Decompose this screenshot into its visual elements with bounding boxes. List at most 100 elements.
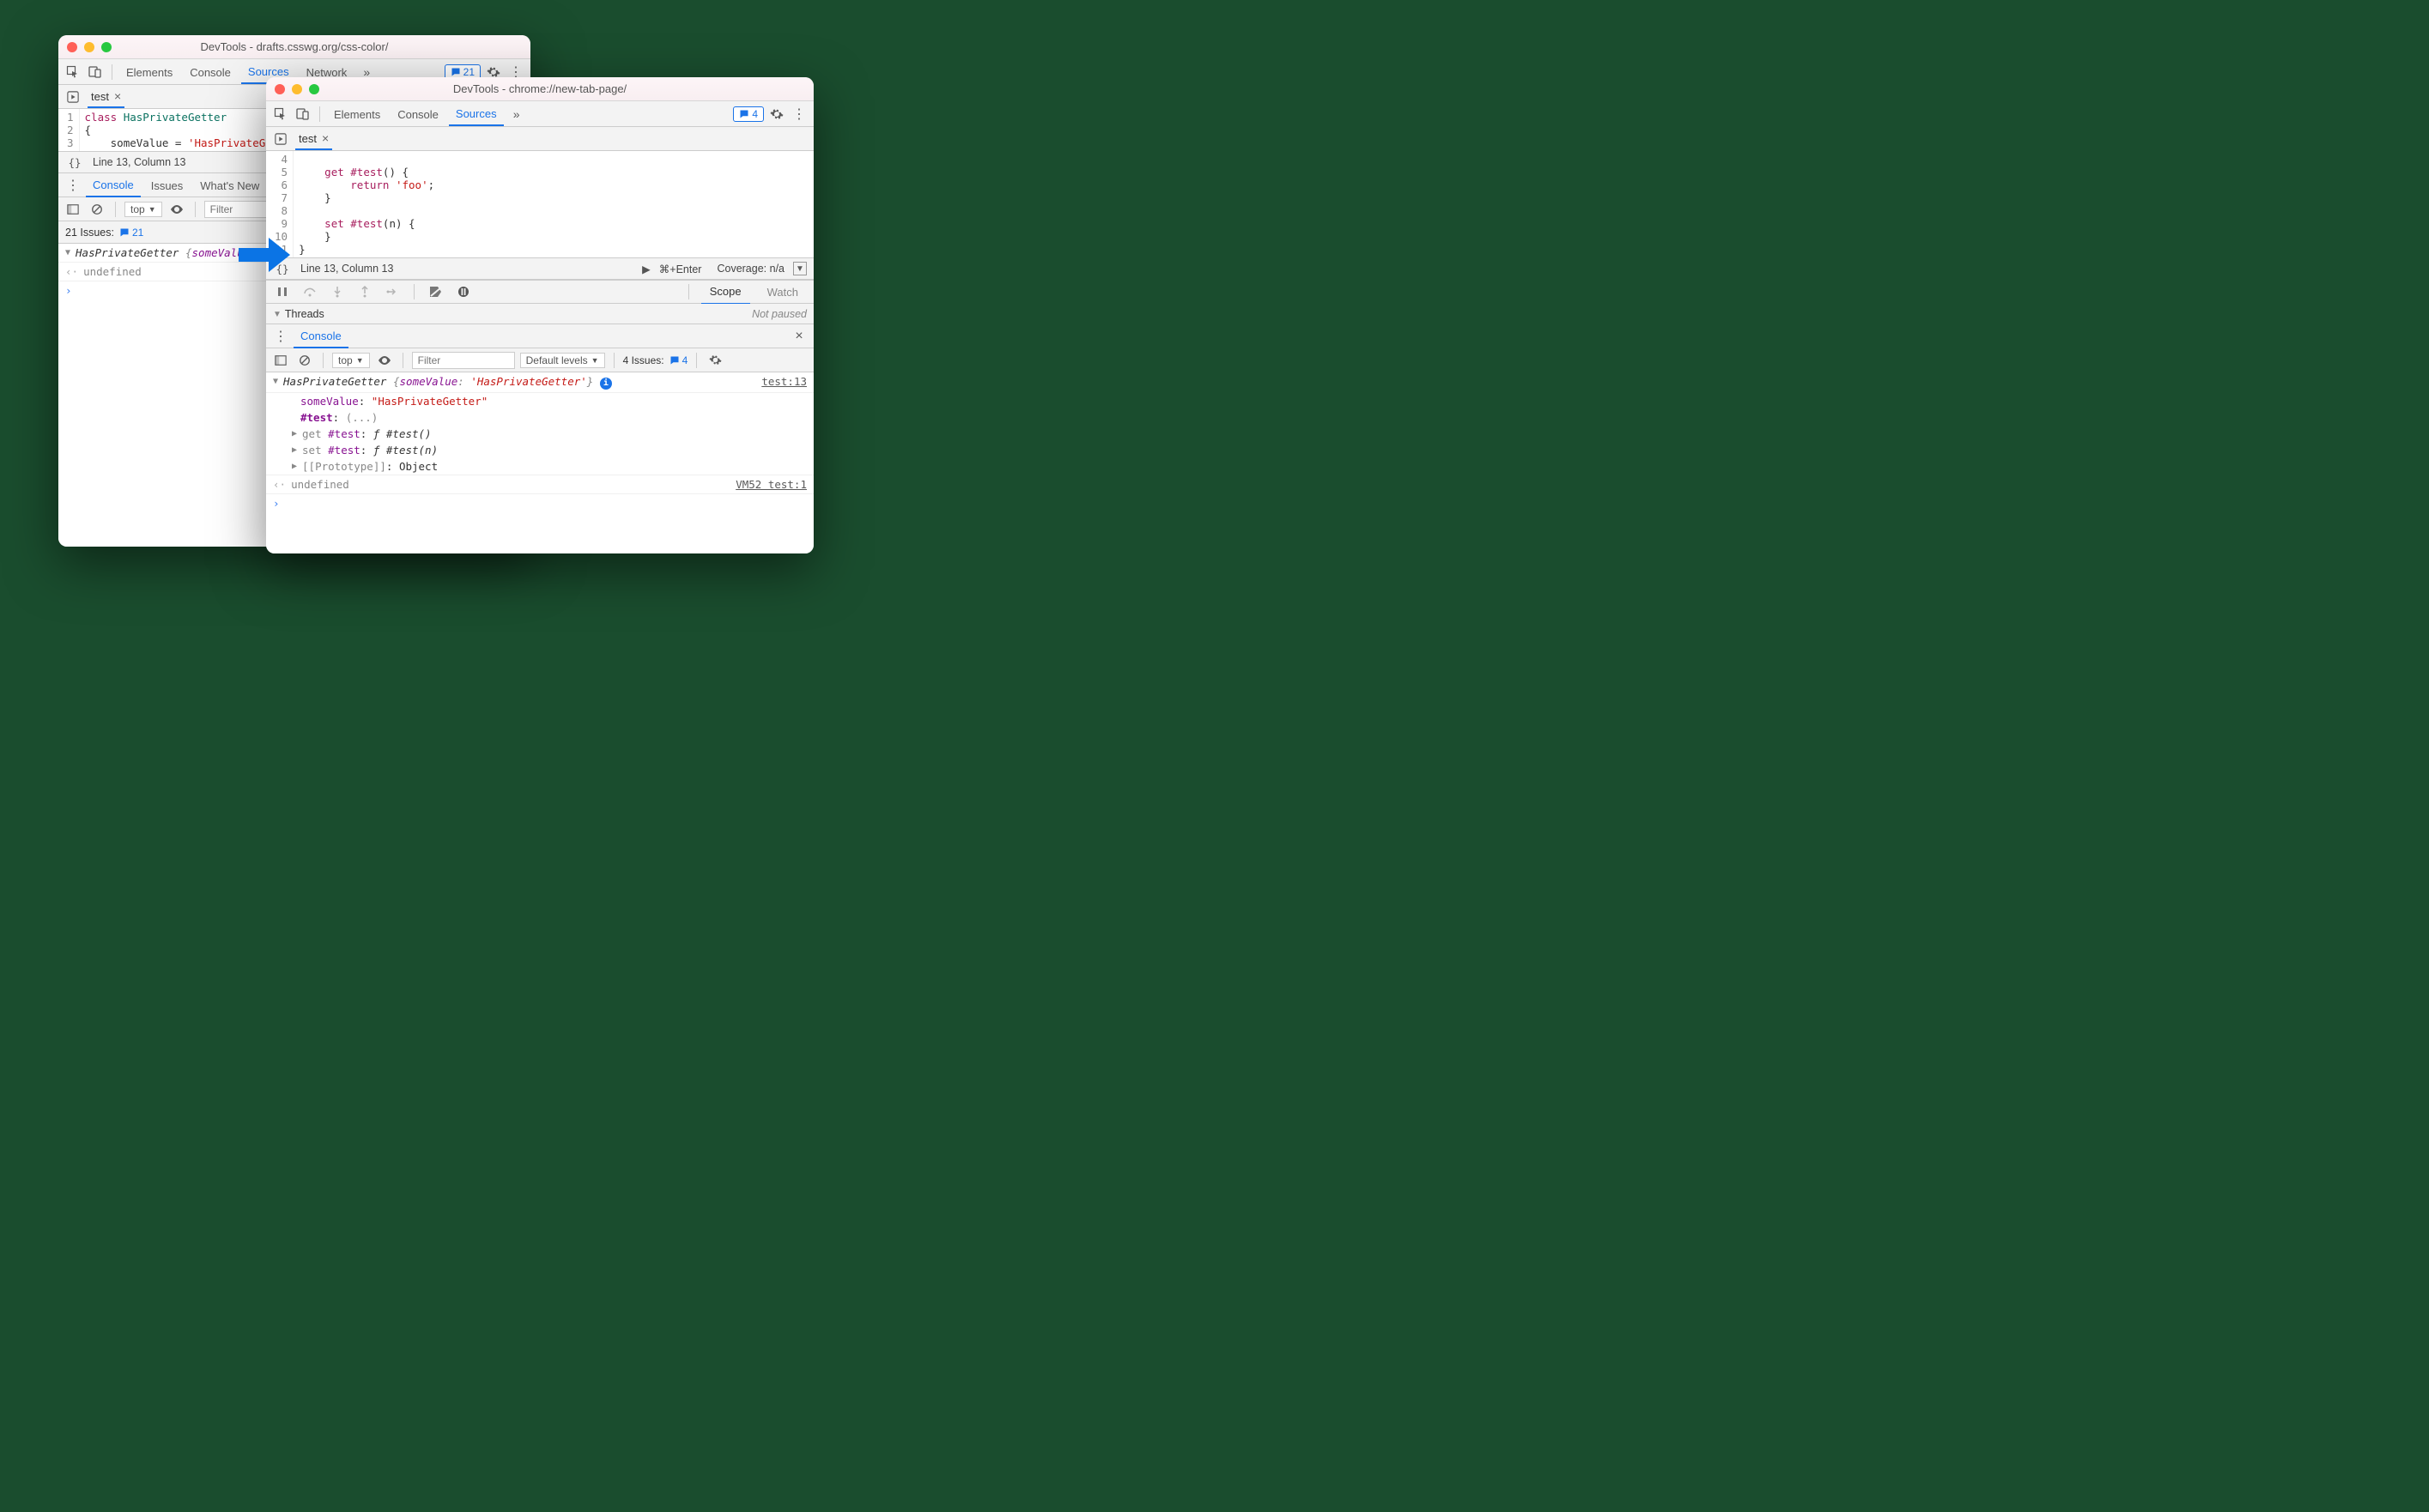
- object-property[interactable]: ▶ set #test: ƒ #test(n): [266, 442, 814, 458]
- file-tab-test[interactable]: test ×: [88, 86, 124, 108]
- filter-input[interactable]: [412, 352, 515, 369]
- context-selector[interactable]: top▼: [332, 353, 370, 368]
- inspect-icon[interactable]: [271, 105, 290, 124]
- device-toggle-icon[interactable]: [86, 63, 105, 82]
- file-tab-test[interactable]: test ×: [295, 128, 332, 150]
- snippet-run-icon[interactable]: [64, 88, 82, 106]
- divider: [696, 353, 697, 368]
- run-shortcut: ⌘+Enter: [659, 263, 702, 275]
- object-property[interactable]: someValue: "HasPrivateGetter": [266, 393, 814, 409]
- undefined-value: undefined: [83, 265, 142, 278]
- console-prompt[interactable]: ›: [266, 494, 814, 512]
- threads-section[interactable]: ▼ Threads Not paused: [266, 304, 814, 324]
- close-icon[interactable]: ×: [114, 90, 121, 102]
- devtools-window-2: DevTools - chrome://new-tab-page/ Elemen…: [266, 77, 814, 553]
- issues-badge[interactable]: 4: [733, 106, 764, 122]
- step-icon[interactable]: [383, 282, 402, 301]
- sidebar-toggle-icon[interactable]: [64, 200, 82, 219]
- tab-elements[interactable]: Elements: [327, 103, 387, 125]
- clear-console-icon[interactable]: [88, 200, 106, 219]
- threads-label: Threads: [285, 308, 324, 320]
- minimize-icon[interactable]: [84, 42, 94, 52]
- object-property[interactable]: ▶ get #test: ƒ #test(): [266, 426, 814, 442]
- source-location-link[interactable]: test:13: [761, 375, 807, 388]
- divider: [319, 106, 320, 122]
- file-tab-label: test: [91, 90, 109, 103]
- window-title: DevTools - drafts.csswg.org/css-color/: [58, 40, 530, 53]
- object-property[interactable]: #test: (...): [266, 409, 814, 426]
- step-into-icon[interactable]: [328, 282, 347, 301]
- kebab-menu-icon[interactable]: ⋮: [790, 105, 809, 124]
- step-out-icon[interactable]: [355, 282, 374, 301]
- expand-icon[interactable]: ▼: [273, 310, 282, 319]
- info-icon[interactable]: i: [600, 378, 612, 390]
- titlebar[interactable]: DevTools - drafts.csswg.org/css-color/: [58, 35, 530, 59]
- object-property[interactable]: ▶ [[Prototype]]: Object: [266, 458, 814, 475]
- kebab-menu-icon[interactable]: ⋮: [64, 176, 82, 195]
- divider: [195, 202, 196, 217]
- traffic-lights: [275, 84, 319, 94]
- more-tabs-icon[interactable]: »: [507, 105, 526, 124]
- file-tab-label: test: [299, 132, 317, 145]
- console-output[interactable]: ▼ HasPrivateGetter {someValue: 'HasPriva…: [266, 372, 814, 553]
- clear-console-icon[interactable]: [295, 351, 314, 370]
- gear-icon[interactable]: [767, 105, 786, 124]
- line-gutter: 123: [58, 109, 80, 151]
- log-levels-selector[interactable]: Default levels▼: [520, 353, 605, 368]
- divider: [688, 284, 689, 299]
- tab-elements[interactable]: Elements: [119, 61, 179, 83]
- divider: [614, 353, 615, 368]
- inspect-icon[interactable]: [64, 63, 82, 82]
- close-icon[interactable]: ×: [322, 132, 329, 144]
- expand-icon[interactable]: ▼: [273, 377, 278, 386]
- eye-icon[interactable]: [375, 351, 394, 370]
- drawer-tab-console[interactable]: Console: [294, 324, 348, 348]
- divider: [115, 202, 116, 217]
- sidebar-toggle-icon[interactable]: [271, 351, 290, 370]
- kebab-menu-icon[interactable]: ⋮: [271, 327, 290, 346]
- run-icon[interactable]: ▶: [642, 263, 651, 275]
- issues-link[interactable]: 4: [669, 354, 688, 366]
- eye-icon[interactable]: [167, 200, 186, 219]
- drawer-tab-issues[interactable]: Issues: [144, 174, 191, 197]
- collapse-icon[interactable]: ▼: [793, 262, 807, 275]
- tab-sources[interactable]: Sources: [449, 102, 504, 126]
- close-icon[interactable]: [275, 84, 285, 94]
- snippet-run-icon[interactable]: [271, 130, 290, 148]
- drawer-tab-whatsnew[interactable]: What's New: [193, 174, 266, 197]
- pause-exceptions-icon[interactable]: [454, 282, 473, 301]
- close-icon[interactable]: [67, 42, 77, 52]
- console-object-row[interactable]: ▼ HasPrivateGetter {someValue: 'HasPriva…: [266, 372, 814, 393]
- device-toggle-icon[interactable]: [294, 105, 312, 124]
- scope-tab[interactable]: Scope: [701, 280, 750, 305]
- expand-icon[interactable]: ▶: [292, 462, 297, 473]
- zoom-icon[interactable]: [101, 42, 112, 52]
- tab-console[interactable]: Console: [183, 61, 238, 83]
- code-editor[interactable]: 4567891011 get #test() { return 'foo'; }…: [266, 151, 814, 257]
- code-body[interactable]: get #test() { return 'foo'; } set #test(…: [294, 151, 439, 257]
- expand-icon[interactable]: ▼: [65, 248, 70, 257]
- zoom-icon[interactable]: [309, 84, 319, 94]
- gear-icon[interactable]: [706, 351, 724, 370]
- drawer-tabs: ⋮ Console ×: [266, 324, 814, 348]
- file-tabs: test ×: [266, 127, 814, 151]
- format-icon[interactable]: {}: [65, 153, 84, 172]
- minimize-icon[interactable]: [292, 84, 302, 94]
- step-over-icon[interactable]: [300, 282, 319, 301]
- editor-status-bar: {} Line 13, Column 13 ▶ ⌘+Enter Coverage…: [266, 257, 814, 280]
- breakpoints-toggle-icon[interactable]: [427, 282, 445, 301]
- main-toolbar: Elements Console Sources » 4 ⋮: [266, 101, 814, 127]
- titlebar[interactable]: DevTools - chrome://new-tab-page/: [266, 77, 814, 101]
- expand-icon[interactable]: ▶: [292, 445, 297, 457]
- source-location-link[interactable]: VM52 test:1: [736, 478, 807, 491]
- cursor-position: Line 13, Column 13: [300, 263, 393, 275]
- pause-icon[interactable]: [273, 282, 292, 301]
- watch-tab[interactable]: Watch: [759, 281, 807, 304]
- tab-console[interactable]: Console: [391, 103, 445, 125]
- drawer-tab-console[interactable]: Console: [86, 173, 141, 197]
- context-selector[interactable]: top▼: [124, 202, 162, 217]
- close-icon[interactable]: ×: [790, 327, 809, 346]
- expand-icon[interactable]: ▶: [292, 429, 297, 440]
- issues-link[interactable]: 21: [119, 227, 143, 239]
- cursor-position: Line 13, Column 13: [93, 156, 185, 168]
